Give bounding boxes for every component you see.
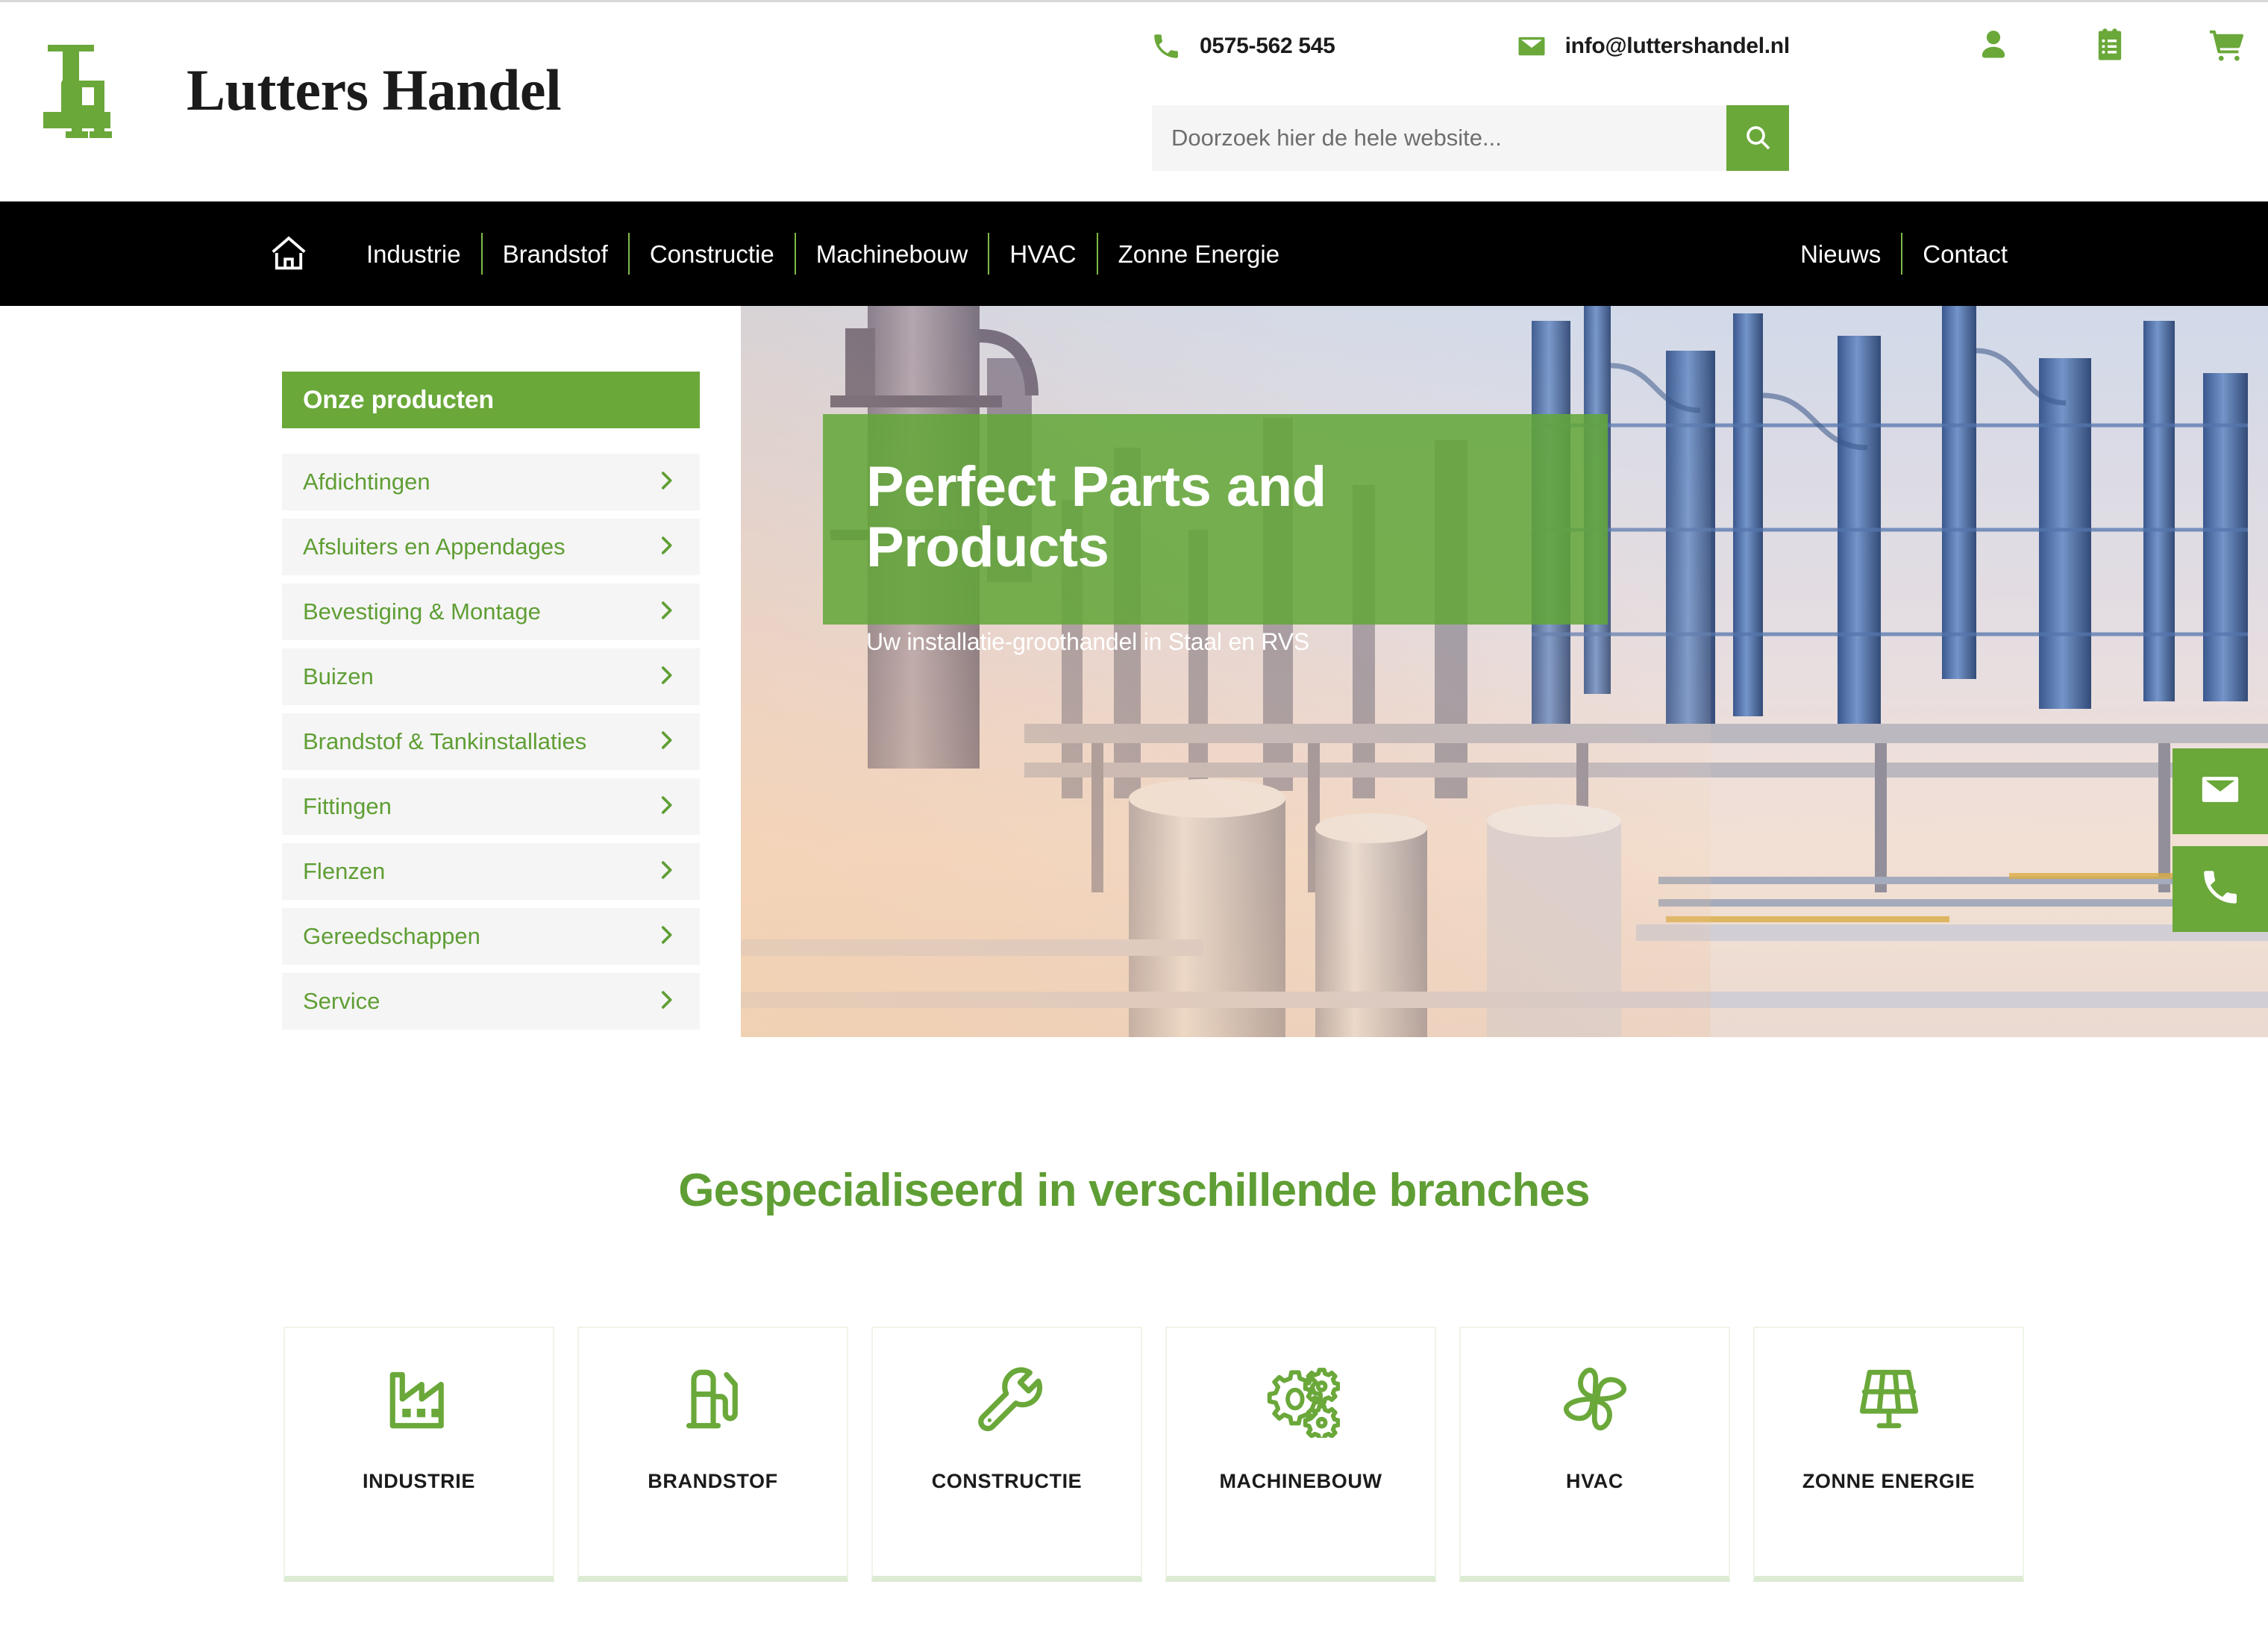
sidebar-item-brandstof-tankinstallaties[interactable]: Brandstof & Tankinstallaties <box>282 713 700 770</box>
branch-card-zonne-energie[interactable]: ZONNE ENERGIE <box>1753 1327 2024 1582</box>
hero-title-line-2: Products <box>866 515 1109 579</box>
sidebar-item-label: Gereedschappen <box>303 923 480 949</box>
phone-icon <box>2199 866 2242 913</box>
sidebar-item-label: Brandstof & Tankinstallaties <box>303 728 587 754</box>
header-phone[interactable]: 0575-562 545 <box>1149 29 1335 63</box>
branch-card-grid: INDUSTRIE BRANDSTOF CONSTRUCTIE MACHINEB… <box>284 1327 2024 1582</box>
sidebar-list: Afdichtingen Afsluiters en Appendages Be… <box>282 454 700 1030</box>
cart-icon[interactable] <box>2205 25 2247 66</box>
site-header: Lutters Handel 0575-562 545 info@lutters… <box>0 2 2268 201</box>
sidebar-item-flenzen[interactable]: Flenzen <box>282 843 700 900</box>
gears-icon <box>1262 1328 1340 1470</box>
email-address: info@luttershandel.nl <box>1564 34 1791 58</box>
fan-icon <box>1556 1328 1634 1470</box>
header-icon-group <box>1973 25 2247 66</box>
solar-panel-icon <box>1850 1328 1928 1470</box>
branch-card-machinebouw[interactable]: MACHINEBOUW <box>1165 1327 1436 1582</box>
nav-item-constructie[interactable]: Constructie <box>630 242 795 266</box>
nav-left-group: Industrie Brandstof Constructie Machineb… <box>266 231 1300 277</box>
account-icon[interactable] <box>1973 25 2014 66</box>
wrench-icon <box>968 1328 1046 1470</box>
chevron-right-icon <box>654 727 679 757</box>
branch-card-label: ZONNE ENERGIE <box>1802 1470 1976 1492</box>
branches-section: Gespecialiseerd in verschillende branche… <box>0 1164 2268 1582</box>
phone-icon <box>1149 29 1183 63</box>
factory-icon <box>380 1328 458 1470</box>
search-button[interactable] <box>1726 105 1789 171</box>
hero-title: Perfect Parts and Products <box>866 457 1564 578</box>
nav-item-nieuws[interactable]: Nieuws <box>1780 242 1901 266</box>
fuel-pump-icon <box>674 1328 752 1470</box>
branch-card-label: INDUSTRIE <box>363 1470 475 1492</box>
quote-list-icon[interactable] <box>2089 25 2131 66</box>
search-input[interactable] <box>1152 105 1726 171</box>
chevron-right-icon <box>654 987 679 1016</box>
sidebar-item-label: Service <box>303 988 380 1014</box>
nav-item-brandstof[interactable]: Brandstof <box>483 242 628 266</box>
search-icon <box>1743 122 1773 154</box>
search-bar <box>1152 105 1789 171</box>
branch-card-label: BRANDSTOF <box>648 1470 778 1492</box>
sidebar-item-afdichtingen[interactable]: Afdichtingen <box>282 454 700 510</box>
branches-title: Gespecialiseerd in verschillende branche… <box>678 1165 1590 1216</box>
main-navigation: Industrie Brandstof Constructie Machineb… <box>0 201 2268 306</box>
envelope-icon <box>1514 29 1549 63</box>
branch-card-hvac[interactable]: HVAC <box>1459 1327 1730 1582</box>
chevron-right-icon <box>654 598 679 627</box>
header-email[interactable]: info@luttershandel.nl <box>1514 29 1790 63</box>
logo-wordmark: Lutters Handel <box>187 57 562 122</box>
branch-card-label: CONSTRUCTIE <box>931 1470 1083 1492</box>
envelope-icon <box>2199 768 2242 815</box>
chevron-right-icon <box>654 663 679 692</box>
site-logo[interactable]: Lutters Handel <box>30 21 562 159</box>
sidebar-item-label: Fittingen <box>303 793 392 819</box>
hero-banner: Perfect Parts and Products Uw installati… <box>741 306 2268 1037</box>
phone-number: 0575-562 545 <box>1200 34 1335 58</box>
sidebar-item-label: Afsluiters en Appendages <box>303 533 566 560</box>
sidebar-item-afsluiters-en-appendages[interactable]: Afsluiters en Appendages <box>282 519 700 575</box>
branch-card-label: HVAC <box>1566 1470 1623 1492</box>
floating-contact-buttons <box>2173 748 2268 932</box>
sidebar-item-fittingen[interactable]: Fittingen <box>282 778 700 835</box>
sidebar-heading: Onze producten <box>282 372 700 428</box>
sidebar-item-label: Afdichtingen <box>303 469 430 495</box>
nav-item-zonne-energie[interactable]: Zonne Energie <box>1098 242 1300 266</box>
sidebar-item-bevestiging-montage[interactable]: Bevestiging & Montage <box>282 583 700 640</box>
sidebar-item-buizen[interactable]: Buizen <box>282 648 700 705</box>
chevron-right-icon <box>654 468 679 497</box>
email-float-button[interactable] <box>2173 748 2268 834</box>
page-root: Lutters Handel 0575-562 545 info@lutters… <box>0 0 2268 1646</box>
chevron-right-icon <box>654 922 679 951</box>
sidebar-item-service[interactable]: Service <box>282 973 700 1030</box>
nav-item-contact[interactable]: Contact <box>1902 242 2028 266</box>
nav-item-machinebouw[interactable]: Machinebouw <box>796 242 989 266</box>
branch-card-industrie[interactable]: INDUSTRIE <box>284 1327 554 1582</box>
nav-item-industrie[interactable]: Industrie <box>346 242 481 266</box>
sidebar-item-gereedschappen[interactable]: Gereedschappen <box>282 908 700 965</box>
home-icon[interactable] <box>266 231 312 277</box>
chevron-right-icon <box>654 533 679 562</box>
hero-subtitle: Uw installatie-groothandel in Staal en R… <box>866 628 1310 656</box>
hero-text-content: Perfect Parts and Products Uw installati… <box>823 414 1608 655</box>
product-sidebar: Onze producten Afdichtingen Afsluiters e… <box>282 372 700 1038</box>
sidebar-item-label: Buizen <box>303 663 374 689</box>
header-contact-row: 0575-562 545 info@luttershandel.nl <box>1149 29 1790 63</box>
sidebar-item-label: Bevestiging & Montage <box>303 598 541 625</box>
phone-float-button[interactable] <box>2173 846 2268 932</box>
branch-card-constructie[interactable]: CONSTRUCTIE <box>871 1327 1142 1582</box>
chevron-right-icon <box>654 857 679 886</box>
lh-monogram-icon <box>30 21 172 159</box>
sidebar-item-label: Flenzen <box>303 858 386 884</box>
nav-item-hvac[interactable]: HVAC <box>989 242 1096 266</box>
hero-section: Onze producten Afdichtingen Afsluiters e… <box>0 306 2268 1037</box>
branch-card-label: MACHINEBOUW <box>1219 1470 1382 1492</box>
chevron-right-icon <box>654 792 679 822</box>
branch-card-brandstof[interactable]: BRANDSTOF <box>577 1327 848 1582</box>
hero-title-line-1: Perfect Parts and <box>866 455 1326 519</box>
nav-right-group: Nieuws Contact <box>1780 233 2028 275</box>
